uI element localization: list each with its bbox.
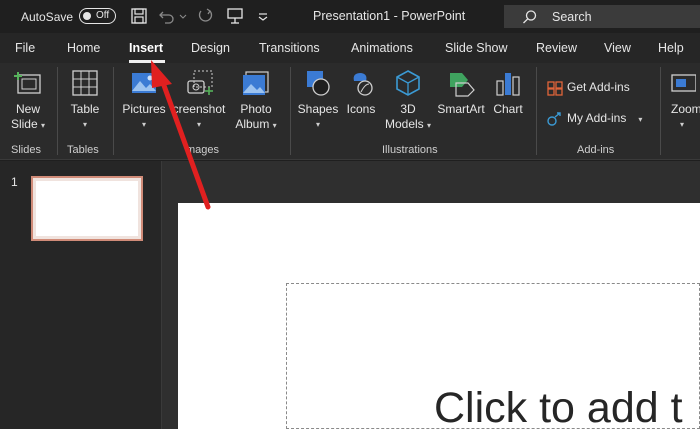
document-title: Presentation1 - PowerPoint xyxy=(313,9,466,23)
tab-design[interactable]: Design xyxy=(191,41,230,55)
my-addins-button[interactable]: My Add-ins ▾ xyxy=(547,111,642,127)
slide-number: 1 xyxy=(11,175,18,189)
smartart-icon xyxy=(450,73,475,97)
photo-album-button[interactable]: Photo Album ▾ xyxy=(231,69,281,133)
smartart-button[interactable]: SmartArt xyxy=(436,69,486,117)
chevron-down-icon: ▾ xyxy=(638,115,643,125)
chart-label: Chart xyxy=(493,102,523,116)
search-placeholder: Search xyxy=(552,10,592,24)
group-label-images: mages xyxy=(186,144,220,156)
tab-home[interactable]: Home xyxy=(67,41,100,55)
search-box[interactable]: Search xyxy=(504,5,700,28)
chevron-down-icon: ▾ xyxy=(680,120,685,129)
undo-dropdown-icon[interactable] xyxy=(178,7,188,25)
zoom-button[interactable]: Zoom ▾ xyxy=(666,69,700,132)
smartart-label: SmartArt xyxy=(437,102,485,116)
photo-album-label-line2: Album ▾ xyxy=(235,117,277,131)
slide-thumbnail[interactable] xyxy=(31,176,143,241)
photo-album-label-line1: Photo xyxy=(240,102,272,116)
3d-models-button[interactable]: 3D Models ▾ xyxy=(382,69,434,133)
new-slide-icon xyxy=(14,72,41,94)
addins-icon xyxy=(547,112,561,126)
undo-icon[interactable] xyxy=(158,7,176,25)
chevron-down-icon: ▾ xyxy=(141,120,146,129)
slide-thumbnail-canvas xyxy=(36,181,138,236)
group-label-slides: Slides xyxy=(11,144,41,156)
title-placeholder-text: Click to add t xyxy=(434,384,683,429)
pictures-icon xyxy=(132,73,156,93)
pictures-button[interactable]: Pictures ▾ xyxy=(121,69,167,132)
pictures-label: Pictures xyxy=(122,102,166,116)
group-label-addins: Add-ins xyxy=(577,144,615,156)
save-icon[interactable] xyxy=(130,7,148,25)
present-icon[interactable] xyxy=(226,7,244,25)
group-label-tables: Tables xyxy=(67,144,99,156)
redo-icon[interactable] xyxy=(196,7,214,25)
get-addins-label: Get Add-ins xyxy=(567,80,630,95)
chevron-down-icon: ▾ xyxy=(196,120,201,129)
table-label: Table xyxy=(70,102,100,116)
chevron-down-icon: ▾ xyxy=(82,120,87,129)
table-icon xyxy=(72,70,98,96)
group-label-illustrations: Illustrations xyxy=(382,144,438,156)
tab-file[interactable]: File xyxy=(15,41,35,55)
autosave-state: Off xyxy=(96,10,110,21)
autosave-toggle[interactable]: Off xyxy=(79,8,116,24)
icons-button[interactable]: Icons xyxy=(343,69,379,117)
screenshot-icon xyxy=(187,70,213,95)
tab-help[interactable]: Help xyxy=(658,41,684,55)
screenshot-button[interactable]: creenshot ▾ xyxy=(168,69,230,132)
zoom-icon xyxy=(671,74,696,92)
tab-slide-show[interactable]: Slide Show xyxy=(445,41,508,55)
zoom-label: Zoom xyxy=(671,102,700,116)
group-separator xyxy=(290,67,291,155)
table-button[interactable]: Table ▾ xyxy=(64,69,106,132)
new-slide-label-line2: Slide ▾ xyxy=(10,117,46,131)
title-bar: AutoSave Off Presentation1 - PowerPoint … xyxy=(0,0,700,33)
search-icon xyxy=(523,10,537,24)
ribbon-tabs: File Home Insert Design Transitions Anim… xyxy=(0,33,700,63)
new-slide-button[interactable]: New Slide ▾ xyxy=(6,69,50,133)
group-separator xyxy=(536,67,537,155)
get-addins-button[interactable]: Get Add-ins xyxy=(547,80,630,96)
chart-button[interactable]: Chart xyxy=(489,69,527,117)
my-addins-label: My Add-ins xyxy=(567,111,627,126)
3d-models-label-line1: 3D xyxy=(400,102,416,116)
shapes-label: Shapes xyxy=(297,102,339,116)
autosave-label: AutoSave xyxy=(21,10,74,24)
shapes-icon xyxy=(307,71,330,96)
icons-label: Icons xyxy=(346,102,376,116)
ribbon-insert: New Slide ▾ Slides Table ▾ Tables Pictur… xyxy=(0,63,700,160)
screenshot-label: creenshot xyxy=(172,102,226,116)
group-separator xyxy=(57,67,58,155)
icons-icon xyxy=(353,73,373,96)
tab-view[interactable]: View xyxy=(604,41,631,55)
shapes-button[interactable]: Shapes ▾ xyxy=(297,69,339,132)
toggle-knob xyxy=(83,12,91,20)
group-separator xyxy=(113,67,114,155)
customize-quick-access-icon[interactable] xyxy=(256,7,274,25)
chevron-down-icon: ▾ xyxy=(315,120,320,129)
cube-icon xyxy=(396,70,420,96)
tab-insert[interactable]: Insert xyxy=(129,41,163,55)
tab-review[interactable]: Review xyxy=(536,41,577,55)
new-slide-label-line1: New xyxy=(15,102,40,116)
photo-album-icon xyxy=(243,71,269,95)
store-icon xyxy=(547,81,563,96)
bar-chart-icon xyxy=(496,73,520,96)
group-separator xyxy=(660,67,661,155)
3d-models-label-line2: Models ▾ xyxy=(384,117,432,131)
tab-animations[interactable]: Animations xyxy=(351,41,413,55)
tab-transitions[interactable]: Transitions xyxy=(259,41,320,55)
